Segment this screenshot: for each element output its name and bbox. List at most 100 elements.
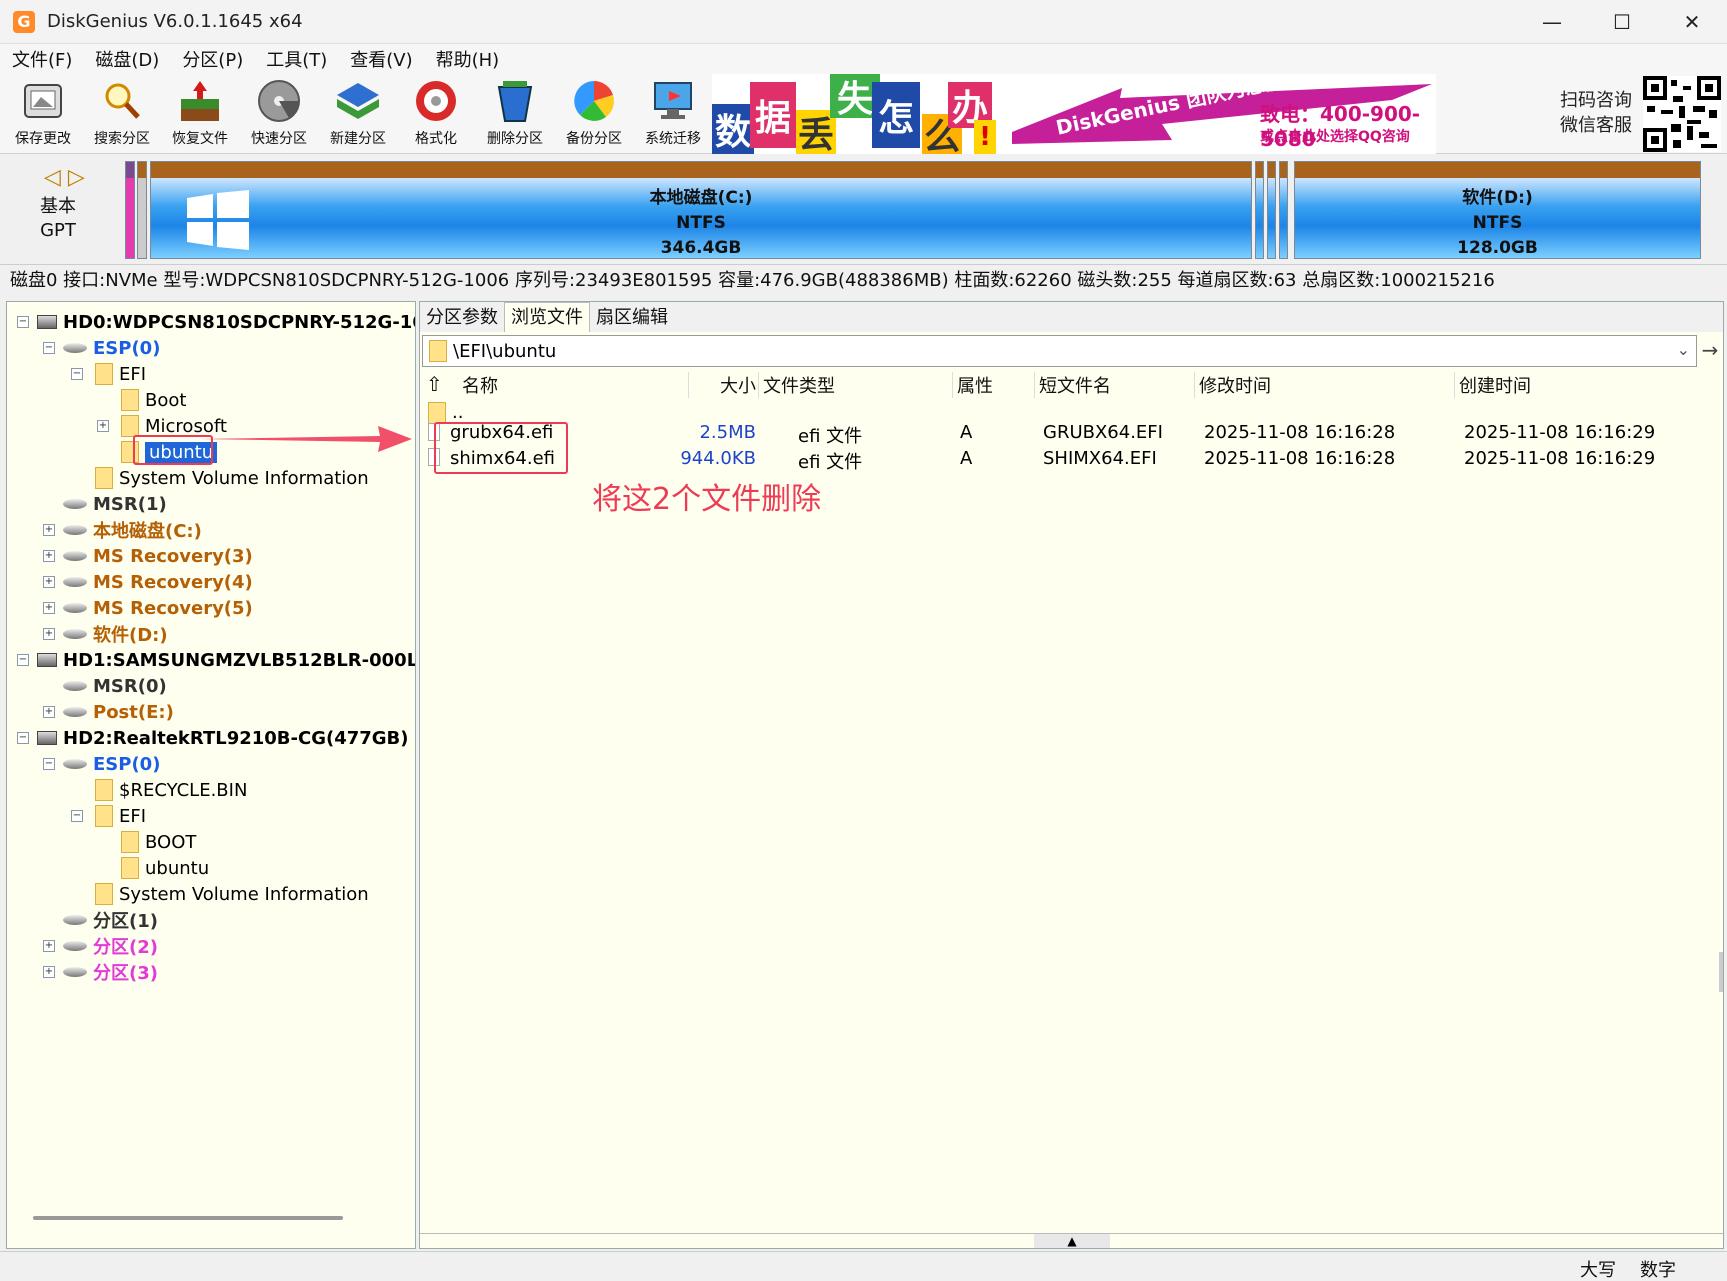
tree-item-label: MSR(1) — [93, 493, 167, 515]
menu-tools[interactable]: 工具(T) — [266, 46, 327, 72]
partition-segment-msr[interactable] — [137, 161, 147, 259]
tree-item-partition[interactable]: MSR(1) — [63, 492, 167, 516]
tree-expand-icon[interactable]: + — [43, 940, 55, 952]
folder-icon — [429, 340, 447, 362]
tree-item-folder[interactable]: BOOT — [121, 830, 196, 854]
tree-expand-icon[interactable]: + — [97, 420, 109, 432]
column-header-created[interactable]: 创建时间 — [1454, 372, 1531, 398]
tree-collapse-icon[interactable]: − — [43, 342, 55, 354]
tree-collapse-icon[interactable]: − — [17, 316, 29, 328]
disk-nav-arrows[interactable]: ◁ ▷ — [44, 165, 85, 190]
close-button[interactable]: ✕ — [1657, 0, 1727, 44]
file-modified: 2025-11-08 16:16:28 — [1204, 448, 1396, 469]
tree-item-partition[interactable]: 软件(D:) — [63, 622, 168, 646]
partition-segment-recovery5[interactable] — [1279, 161, 1288, 259]
tree-item-folder[interactable]: EFI — [95, 804, 146, 828]
menu-file[interactable]: 文件(F) — [12, 46, 72, 72]
tree-item-label: $RECYCLE.BIN — [119, 779, 248, 801]
tree-collapse-icon[interactable]: − — [17, 654, 29, 666]
up-folder-icon[interactable]: ⇧ — [426, 372, 443, 398]
ad-banner[interactable]: 数 据 丢 失 怎 么 办 ! DiskGenius 团队为您服务 致电：400… — [712, 74, 1436, 154]
partition-segment-d[interactable]: 软件(D:) NTFS 128.0GB — [1294, 161, 1701, 259]
tree-item-folder[interactable]: ubuntu — [121, 856, 209, 880]
tree-collapse-icon[interactable]: − — [17, 732, 29, 744]
chevron-down-icon[interactable]: ⌄ — [1677, 340, 1690, 359]
tree-collapse-icon[interactable]: − — [71, 368, 83, 380]
tree-horizontal-scrollbar[interactable] — [33, 1216, 343, 1220]
tree-item-partition[interactable]: MSR(0) — [63, 674, 167, 698]
partition-segment-recovery4[interactable] — [1267, 161, 1276, 259]
tree-item-label: MS Recovery(3) — [93, 545, 253, 567]
partition-segment-c[interactable]: 本地磁盘(C:) NTFS 346.4GB — [150, 161, 1252, 259]
file-size: 2.5MB — [699, 422, 756, 443]
tree-item-disk[interactable]: HD2:RealtekRTL9210B-CG(477GB) — [37, 726, 409, 750]
toolbar-new-partition-button[interactable]: 新建分区 — [320, 78, 396, 152]
tree-item-partition[interactable]: Post(E:) — [63, 700, 174, 724]
tree-expand-icon[interactable]: + — [43, 576, 55, 588]
tree-item-partition[interactable]: 分区(2) — [63, 934, 158, 958]
partition-segment-esp[interactable] — [125, 161, 135, 259]
tree-item-disk[interactable]: HD1:SAMSUNGMZVLB512BLR-000L2( — [37, 648, 415, 672]
disk-icon — [37, 315, 57, 329]
tree-item-folder[interactable]: System Volume Information — [95, 466, 369, 490]
toolbar-system-migrate-button[interactable]: 系统迁移 — [635, 78, 711, 152]
expand-up-icon[interactable]: ▲ — [1034, 1234, 1110, 1248]
column-header-modified[interactable]: 修改时间 — [1194, 372, 1271, 398]
menu-view[interactable]: 查看(V) — [350, 46, 412, 72]
tree-item-partition[interactable]: ESP(0) — [63, 752, 160, 776]
tree-expand-icon[interactable]: + — [43, 706, 55, 718]
column-header-attr[interactable]: 属性 — [952, 372, 993, 398]
tree-item-folder[interactable]: $RECYCLE.BIN — [95, 778, 247, 802]
partition-segment-recovery3[interactable] — [1255, 161, 1264, 259]
panel-splitter[interactable] — [1719, 952, 1723, 992]
qr-code-icon[interactable] — [1643, 76, 1721, 152]
menu-help[interactable]: 帮助(H) — [436, 46, 500, 72]
tree-item-folder[interactable]: Boot — [121, 388, 186, 412]
tree-item-folder[interactable]: EFI — [95, 362, 146, 386]
ad-qq-link[interactable]: 或点击此处选择QQ咨询 — [1260, 126, 1410, 146]
tree-item-partition[interactable]: 分区(3) — [63, 960, 158, 984]
tree-item-partition[interactable]: MS Recovery(4) — [63, 570, 253, 594]
tree-expand-icon[interactable]: + — [43, 602, 55, 614]
tree-item-partition[interactable]: ESP(0) — [63, 336, 160, 360]
tree-expand-icon[interactable]: + — [43, 628, 55, 640]
tree-item-partition[interactable]: MS Recovery(3) — [63, 544, 253, 568]
tree-item-label: EFI — [119, 363, 147, 385]
title-bar: G DiskGenius V6.0.1.1645 x64 — ☐ ✕ — [0, 0, 1727, 44]
toolbar-recover-files-button[interactable]: 恢复文件 — [162, 78, 238, 152]
menu-partition[interactable]: 分区(P) — [182, 46, 243, 72]
tree-expand-icon[interactable]: + — [43, 966, 55, 978]
tree-item-disk[interactable]: HD0:WDPCSN810SDCPNRY-512G-100 — [37, 310, 415, 334]
toolbar-delete-partition-button[interactable]: 删除分区 — [477, 78, 553, 152]
tree-item-partition[interactable]: MS Recovery(5) — [63, 596, 253, 620]
path-combobox[interactable]: \EFI\ubuntu ⌄ — [422, 335, 1697, 367]
tree-item-partition[interactable]: 分区(1) — [63, 908, 158, 932]
partition-icon — [63, 915, 87, 925]
toolbar-quick-partition-button[interactable]: 快速分区 — [241, 78, 317, 152]
tree-item-folder[interactable]: System Volume Information — [95, 882, 369, 906]
list-item-parent[interactable]: .. — [428, 402, 463, 424]
tree-collapse-icon[interactable]: − — [71, 810, 83, 822]
tab-partition-params[interactable]: 分区参数 — [420, 303, 504, 332]
tree-expand-icon[interactable]: + — [43, 524, 55, 536]
toolbar-backup-partition-button[interactable]: 备份分区 — [556, 78, 632, 152]
partition-icon — [63, 707, 87, 717]
tree-expand-icon[interactable]: + — [43, 550, 55, 562]
toolbar-search-partition-button[interactable]: 搜索分区 — [84, 78, 160, 152]
column-header-short-name[interactable]: 短文件名 — [1034, 372, 1111, 398]
segment-top — [126, 162, 134, 178]
maximize-button[interactable]: ☐ — [1587, 0, 1657, 44]
tree-item-partition[interactable]: 本地磁盘(C:) — [63, 518, 202, 542]
toolbar-format-button[interactable]: 格式化 — [398, 78, 474, 152]
go-arrow-icon[interactable]: → — [1699, 338, 1721, 364]
tab-sector-edit[interactable]: 扇区编辑 — [590, 303, 674, 332]
tree-collapse-icon[interactable]: − — [43, 758, 55, 770]
column-header-size[interactable]: 大小 — [688, 372, 756, 398]
menu-disk[interactable]: 磁盘(D) — [95, 46, 159, 72]
column-header-name[interactable]: 名称 — [462, 372, 498, 398]
segment-body — [138, 178, 146, 258]
tab-browse-files[interactable]: 浏览文件 — [504, 302, 590, 332]
minimize-button[interactable]: — — [1517, 0, 1587, 44]
column-header-type[interactable]: 文件类型 — [758, 372, 835, 398]
toolbar-save-button[interactable]: 保存更改 — [5, 78, 81, 152]
